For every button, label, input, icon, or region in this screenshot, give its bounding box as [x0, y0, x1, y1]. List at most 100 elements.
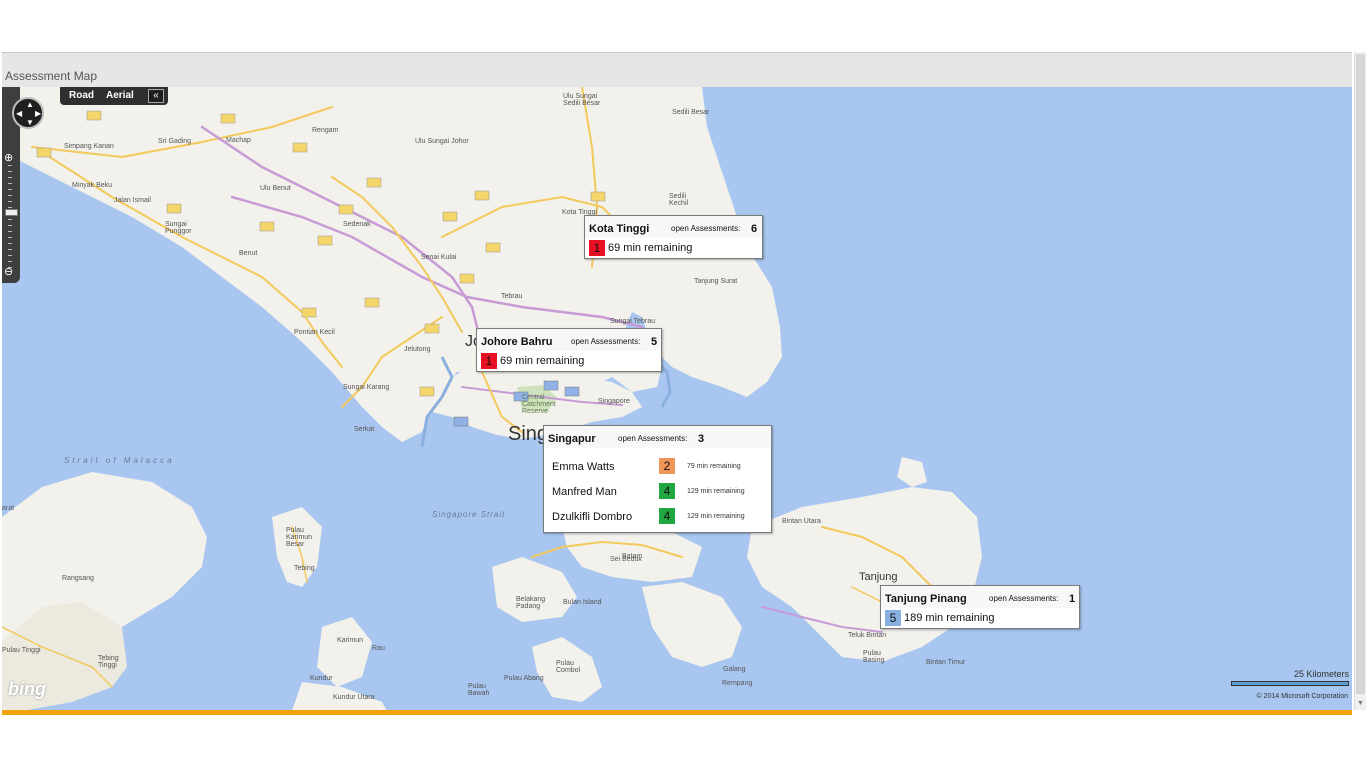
assignee-name: Manfred Man [552, 486, 617, 498]
label-sedili-kechil: Sedili Kechil [669, 193, 689, 207]
panel-header: Assessment Map [2, 53, 1352, 88]
label-pulau-basing: Pulau Basing [863, 650, 885, 664]
label-jelutong: Jelutong [404, 346, 431, 353]
popup-kota-tinggi[interactable]: Kota Tinggi open Assessments: 6 1 69 min… [584, 215, 763, 259]
popup-title: Kota Tinggi [589, 223, 650, 235]
assessment-badge: 4 [659, 483, 675, 499]
label-sungai-tebrau: Sungai Tebrau [610, 318, 656, 325]
assessment-badge: 4 [659, 508, 675, 524]
zoom-in-icon[interactable]: ⊕ [4, 153, 13, 164]
label-pulau-karimun-besar: Pulau Karimun Besar [286, 527, 313, 548]
scrollbar-thumb[interactable] [1356, 54, 1365, 694]
zoom-out-icon[interactable]: ⊖ [4, 267, 13, 278]
scale-line [1231, 681, 1349, 686]
label-batam-text: Batam [622, 553, 643, 560]
label-belakang-padang: Belakang Padang [516, 596, 546, 610]
label-sungai-karang: Sungai Karang [343, 384, 390, 391]
label-teluk-bintan: Teluk Bintan [848, 632, 887, 639]
label-singapore-strait: Singapore Strait [432, 510, 506, 519]
remaining-time: 189 min remaining [904, 612, 995, 624]
open-assessments-label: open Assessments: [989, 594, 1059, 603]
assessment-map-panel: Assessment Map Rengam Machap Simpang Kan… [2, 52, 1352, 711]
label-jalan-ismail: Jalan Ismail [114, 197, 151, 204]
zoom-slider-track[interactable] [8, 165, 12, 271]
assignee-name: Dzulkifli Dombro [552, 511, 633, 523]
label-bintan-timur: Bintan Timur [926, 659, 966, 666]
label-rempang: Rempang [722, 680, 753, 687]
label-pulau-bawah: Pulau Bawah [468, 683, 490, 697]
collapse-navbar-button[interactable]: « [148, 89, 164, 103]
zoom-slider-handle[interactable] [5, 209, 18, 216]
open-assessments-count: 5 [651, 336, 658, 348]
assessment-badge: 2 [659, 458, 675, 474]
label-simpang-kanan: Simpang Kanan [64, 143, 114, 150]
label-senai-kulai: Senai Kulai [421, 254, 457, 261]
remaining-time: 69 min remaining [500, 355, 585, 367]
assessment-badge: 5 [885, 610, 901, 626]
label-arat: arat [2, 505, 15, 512]
pan-left-icon[interactable]: ◀ [16, 110, 22, 118]
popup-title: Johore Bahru [481, 336, 553, 348]
label-tanjung-surat: Tanjung Surat [694, 278, 738, 285]
label-sri-gading: Sri Gading [158, 138, 192, 145]
open-assessments-label: open Assessments: [618, 434, 688, 443]
label-bulan-island: Bulan Island [563, 599, 602, 606]
label-rau: Rau [372, 645, 385, 652]
label-sedenak: Sedenak [343, 221, 371, 228]
label-pulau-tinggi: Pulau Tinggi [2, 647, 41, 654]
label-rangsang: Rangsang [62, 575, 94, 582]
label-strait-of-malacca: Strait of Malacca [64, 456, 175, 465]
label-ulu-benut: Ulu Benut [260, 185, 291, 192]
scale-bar: 25 Kilometers [1231, 669, 1349, 686]
copyright-notice: © 2014 Microsoft Corporation [1256, 693, 1348, 700]
popup-title: Singapur [548, 433, 596, 445]
label-tebing-tinggi: Tebing Tinggi [98, 655, 119, 669]
popup-johore-bahru[interactable]: Johore Bahru open Assessments: 5 1 69 mi… [476, 328, 662, 372]
pan-right-icon[interactable]: ▶ [35, 110, 41, 118]
label-minyak-beku: Minyak Beku [72, 182, 113, 189]
label-tebing: Tebing [294, 565, 315, 572]
scale-label: 25 Kilometers [1293, 669, 1349, 679]
open-assessments-count: 6 [751, 223, 758, 235]
label-pulau-abang: Pulau Abang [504, 675, 544, 682]
open-assessments-label: open Assessments: [671, 224, 741, 233]
pan-down-icon[interactable]: ▼ [26, 119, 34, 127]
label-sedili-besar: Sedili Besar [672, 109, 710, 116]
label-serkat: Serkat [354, 426, 375, 433]
label-singapore: Singapore [598, 398, 630, 405]
label-bintan-utara: Bintan Utara [782, 518, 821, 525]
pan-compass[interactable]: ▲ ▼ ◀ ▶ [12, 97, 44, 129]
label-tanjung-town: Tanjung [859, 571, 898, 583]
bing-logo: bing [8, 679, 46, 699]
pan-up-icon[interactable]: ▲ [26, 101, 34, 109]
panel-title: Assessment Map [5, 69, 98, 83]
label-benut: Benut [239, 250, 258, 257]
assignee-name: Emma Watts [552, 461, 615, 473]
assessment-badge: 1 [589, 240, 605, 256]
open-assessments-count: 1 [1069, 593, 1076, 605]
assessment-badge: 1 [481, 353, 497, 369]
label-pulau-combol: Pulau Combol [556, 660, 581, 674]
popup-title: Tanjung Pinang [885, 593, 967, 605]
label-galang: Galang [723, 666, 746, 673]
label-karimun: Karimun [337, 637, 364, 644]
map-canvas[interactable] [2, 87, 1352, 711]
popup-tanjung-pinang[interactable]: Tanjung Pinang open Assessments: 1 5 189… [880, 585, 1080, 629]
map-type-aerial[interactable]: Aerial [106, 90, 134, 101]
remaining-time: 129 min remaining [687, 488, 745, 495]
map-type-road[interactable]: Road [69, 90, 94, 101]
scroll-down-icon[interactable]: ▼ [1357, 700, 1364, 707]
remaining-time: 69 min remaining [608, 242, 693, 254]
label-central-catchment: Central Catchment Reserve [522, 394, 556, 415]
open-assessments-label: open Assessments: [571, 337, 641, 346]
label-pontian-kecil: Pontian Kecil [294, 329, 335, 336]
label-sungai-punggor: Sungai Punggor [165, 221, 192, 235]
remaining-time: 129 min remaining [687, 513, 745, 520]
vertical-scrollbar[interactable]: ▼ [1354, 52, 1366, 710]
label-machap: Machap [226, 137, 251, 144]
label-kundur-utara: Kundur Utara [333, 694, 375, 701]
label-ulu-sungai-sedili-besar: Ulu Sungai Sedili Besar [563, 93, 601, 107]
remaining-time: 79 min remaining [687, 463, 741, 470]
popup-singapur[interactable]: Singapur open Assessments: 3 Emma Watts … [543, 425, 772, 533]
map-view[interactable]: Rengam Machap Simpang Kanan Sri Gading M… [2, 87, 1352, 711]
